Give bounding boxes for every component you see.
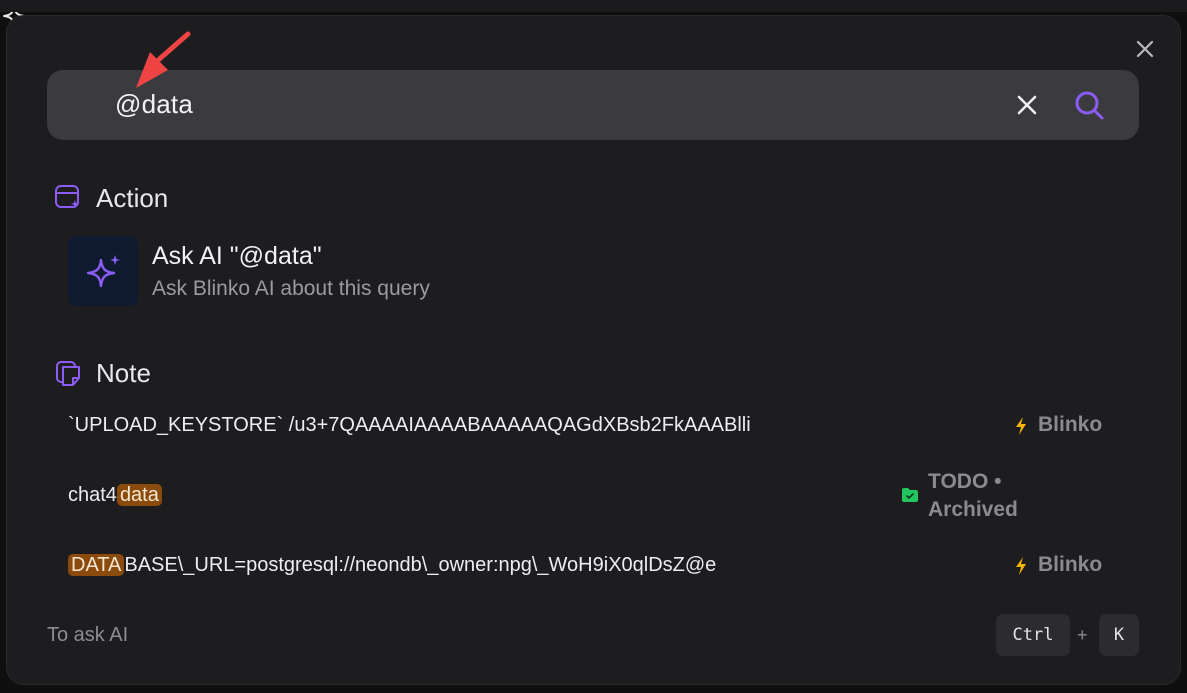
- window-sparkle-icon: [55, 185, 79, 208]
- bolt-icon: [1016, 417, 1026, 435]
- kbd-ctrl: Ctrl: [996, 614, 1070, 656]
- kbd-k: K: [1099, 614, 1139, 656]
- search-input[interactable]: @data: [115, 89, 193, 120]
- search-highlight: data: [116, 484, 162, 506]
- action-section-title: Action: [96, 183, 169, 213]
- note-text: chat4: [68, 484, 117, 506]
- footer-hint: To ask AI: [47, 624, 129, 646]
- notes-icon: [56, 361, 80, 386]
- background-app: [0, 0, 1187, 12]
- tag-archived[interactable]: Archived: [928, 498, 1018, 522]
- bolt-icon: [1016, 557, 1026, 575]
- search-bar[interactable]: [47, 70, 1139, 140]
- ai-sparkle-icon: [86, 255, 120, 288]
- note-text: `UPLOAD_KEYSTORE` /u3+7QAAAAIAAAABAAAAAQ…: [68, 414, 751, 436]
- search-icon[interactable]: [1072, 88, 1106, 122]
- ask-ai-subtitle: Ask Blinko AI about this query: [152, 277, 430, 300]
- ask-ai-title[interactable]: Ask AI "@data": [152, 242, 322, 271]
- note-section-title: Note: [96, 358, 151, 388]
- note-item[interactable]: DATA BASE\_URL=postgresql://neondb\_owner…: [68, 554, 716, 577]
- folder-check-icon: [902, 488, 918, 502]
- note-text: BASE\_URL=postgresql://neondb\_owner:npg…: [124, 554, 717, 576]
- note-item[interactable]: chat4 data: [68, 484, 162, 507]
- tag-blinko[interactable]: Blinko: [1038, 553, 1102, 577]
- tag-blinko[interactable]: Blinko: [1038, 413, 1102, 437]
- annotation-arrow: [136, 31, 191, 88]
- note-item[interactable]: `UPLOAD_KEYSTORE` /u3+7QAAAAIAAAABAAAAAQ…: [68, 414, 751, 437]
- kbd-plus: +: [1077, 625, 1088, 645]
- search-highlight: DATA: [68, 554, 125, 576]
- clear-search-icon[interactable]: [1013, 91, 1041, 119]
- tag-todo[interactable]: TODO •: [928, 470, 1001, 494]
- close-dialog-icon[interactable]: [1132, 36, 1158, 62]
